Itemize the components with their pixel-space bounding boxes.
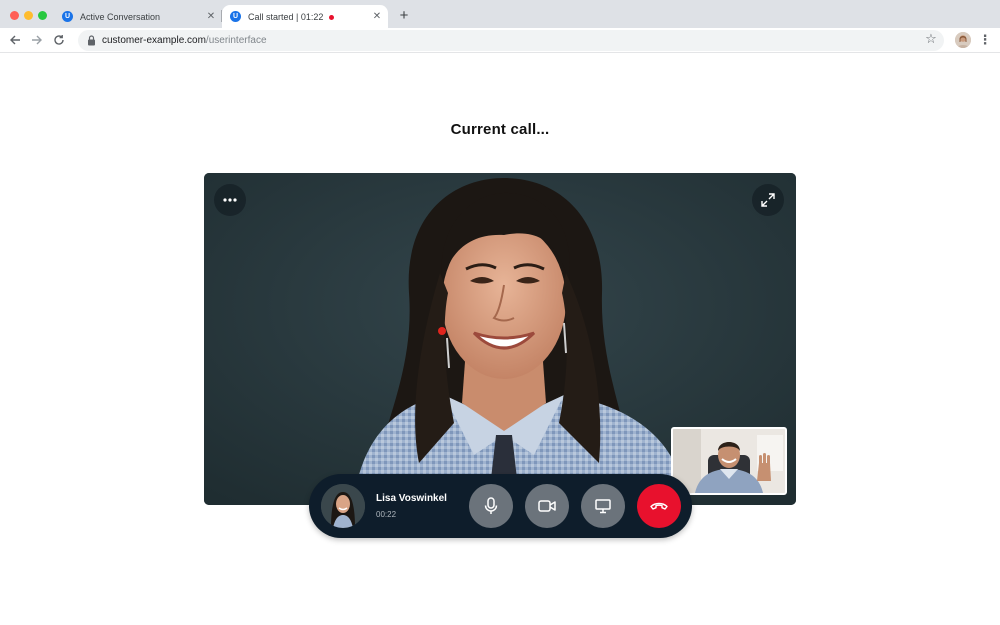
browser-tab-call-started[interactable]: U Call started | 01:22 ✕ — [222, 5, 388, 28]
self-view-video[interactable] — [671, 427, 787, 495]
new-tab-plus-icon[interactable]: + — [396, 8, 412, 24]
end-call-button[interactable] — [637, 484, 681, 528]
hang-up-icon — [650, 502, 668, 510]
tab-title: Active Conversation — [80, 11, 161, 22]
more-dots-icon — [223, 198, 237, 202]
close-icon[interactable]: ✕ — [370, 10, 384, 24]
back-arrow-icon[interactable] — [6, 31, 24, 49]
recording-dot-icon — [329, 14, 335, 20]
address-bar[interactable]: customer-example.com/userinterface — [78, 30, 944, 51]
call-control-bar: Lisa Voswinkel 00:22 — [309, 474, 692, 538]
microphone-icon — [484, 497, 498, 514]
toggle-camera-button[interactable] — [525, 484, 569, 528]
caller-name: Lisa Voswinkel — [376, 493, 447, 504]
fullscreen-button[interactable] — [752, 184, 784, 216]
browser-tab-strip: U Active Conversation ✕ U Call started |… — [0, 0, 1000, 28]
browser-menu-icon[interactable]: ⋮ — [978, 32, 992, 48]
close-icon[interactable]: ✕ — [204, 10, 218, 24]
reload-icon[interactable] — [50, 31, 68, 49]
window-minimize-button[interactable] — [24, 11, 33, 20]
window-maximize-button[interactable] — [38, 11, 47, 20]
forward-arrow-icon[interactable] — [28, 31, 46, 49]
tab-title: Call started | 01:22 — [248, 12, 370, 22]
page-title: Current call... — [450, 121, 550, 138]
browser-toolbar: customer-example.com/userinterface ☆ ⋮ — [0, 28, 1000, 53]
lock-icon — [88, 35, 95, 46]
expand-icon — [761, 193, 775, 207]
caller-avatar — [321, 484, 365, 528]
window-close-button[interactable] — [10, 11, 19, 20]
local-participant-video-image — [673, 429, 785, 493]
call-timer: 00:22 — [376, 510, 397, 519]
u-logo-icon: U — [62, 11, 73, 22]
bookmark-star-icon[interactable]: ☆ — [924, 32, 938, 46]
u-logo-icon: U — [230, 11, 241, 22]
profile-avatar[interactable] — [955, 32, 971, 48]
mute-microphone-button[interactable] — [469, 484, 513, 528]
url-text: customer-example.com/userinterface — [102, 35, 267, 46]
more-options-button[interactable] — [214, 184, 246, 216]
screen-share-icon — [595, 499, 611, 514]
camera-icon — [538, 500, 556, 512]
share-screen-button[interactable] — [581, 484, 625, 528]
browser-tab-active-conversation[interactable]: U Active Conversation ✕ — [54, 5, 222, 28]
